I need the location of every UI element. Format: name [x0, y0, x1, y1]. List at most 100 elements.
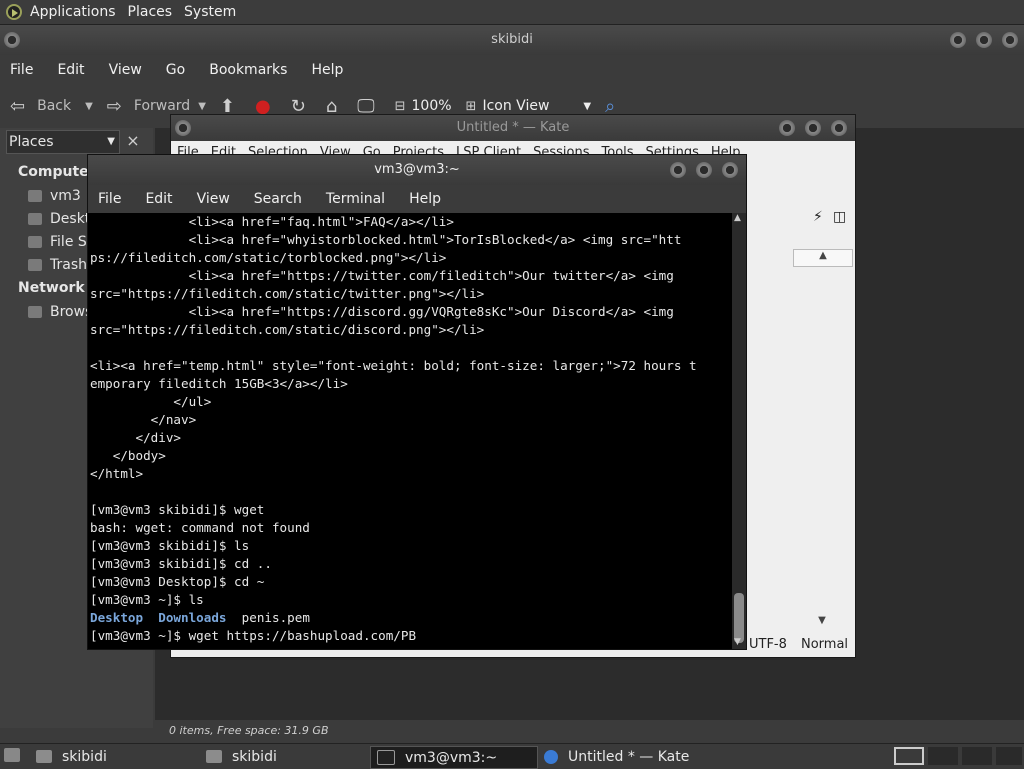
ls-dir-downloads: Downloads — [158, 610, 227, 625]
split-view-icon[interactable]: ◫ — [833, 209, 846, 225]
terminal-line: bash: wget: command not found — [90, 520, 310, 535]
term-menu-file[interactable]: File — [98, 191, 121, 207]
back-button[interactable]: ⇦ Back ▼ — [10, 96, 93, 117]
workspace-1-icon[interactable] — [894, 747, 924, 765]
file-manager-menubar: File Edit View Go Bookmarks Help — [0, 55, 1024, 85]
fm-menu-view[interactable]: View — [109, 62, 142, 78]
sidebar-selector[interactable]: Places ▼ — [6, 130, 120, 154]
forward-dropdown-icon[interactable]: ▼ — [198, 101, 206, 112]
terminal-menubar: File Edit View Search Terminal Help — [88, 185, 746, 213]
trash-icon — [28, 259, 42, 271]
terminal-output[interactable]: <li><a href="faq.html">FAQ</a></li> <li>… — [88, 213, 732, 649]
terminal-line: [vm3@vm3 skibidi]$ wget — [90, 502, 265, 517]
sidebar-item-filesystem[interactable]: File Sy — [28, 234, 95, 250]
minimize-icon[interactable] — [779, 120, 795, 136]
file-manager-titlebar[interactable]: skibidi — [0, 25, 1024, 55]
maximize-icon[interactable] — [976, 32, 992, 48]
top-panel: Applications Places System — [0, 0, 1024, 25]
task-kate[interactable]: Untitled * — Kate — [538, 746, 706, 767]
folder-icon — [206, 750, 222, 763]
show-desktop-icon[interactable] — [4, 748, 20, 762]
kate-icon — [544, 749, 558, 764]
terminal-line: <li><a href="https://twitter.com/filedit… — [90, 268, 674, 283]
terminal-prompt-line: [vm3@vm3 ~]$ wget https://bashupload.com… — [90, 628, 417, 643]
input-mode-selector[interactable]: Normal — [801, 637, 848, 652]
terminal-scrollbar[interactable]: ▲ ▼ — [732, 213, 746, 649]
close-icon[interactable] — [831, 120, 847, 136]
maximize-icon[interactable] — [696, 162, 712, 178]
term-menu-terminal[interactable]: Terminal — [326, 191, 385, 207]
terminal-line: </div> — [90, 430, 181, 445]
maximize-icon[interactable] — [805, 120, 821, 136]
terminal-line: src="https://fileditch.com/static/discor… — [90, 322, 485, 337]
home-folder-icon — [28, 190, 42, 202]
scrollbar-thumb[interactable] — [734, 593, 744, 643]
terminal-line: <li><a href="temp.html" style="font-weig… — [90, 358, 697, 373]
window-menu-icon[interactable] — [4, 32, 20, 48]
network-icon — [28, 306, 42, 318]
workspace-3-icon[interactable] — [962, 747, 992, 765]
minimize-icon[interactable] — [670, 162, 686, 178]
terminal-line: [vm3@vm3 skibidi]$ cd .. — [90, 556, 272, 571]
terminal-text: <li><a href="faq.html">FAQ</a></li> <li>… — [88, 213, 732, 645]
kate-titlebar[interactable]: Untitled * — Kate — [171, 115, 855, 141]
terminal-line: ps://fileditch.com/static/torblocked.png… — [90, 250, 447, 265]
view-mode-dropdown-icon[interactable]: ▼ — [583, 101, 591, 112]
zoom-in-button[interactable]: ⊞ Icon View ▼ — [466, 98, 592, 114]
term-menu-view[interactable]: View — [197, 191, 230, 207]
window-menu-icon[interactable] — [175, 120, 191, 136]
zoom-out-button[interactable]: ⊟ 100% — [395, 98, 452, 114]
workspace-4-icon[interactable] — [996, 747, 1022, 765]
distro-logo-icon[interactable] — [6, 4, 22, 20]
workspace-2-icon[interactable] — [928, 747, 958, 765]
menu-applications[interactable]: Applications — [30, 4, 116, 20]
encoding-selector[interactable]: UTF-8 — [749, 637, 787, 652]
kate-title: Untitled * — Kate — [456, 120, 570, 135]
sidebar-section-computer: Computer — [18, 164, 96, 180]
scroll-down-icon[interactable]: ▼ — [734, 637, 741, 647]
terminal-window: vm3@vm3:~ File Edit View Search Terminal… — [87, 154, 747, 650]
fm-menu-edit[interactable]: Edit — [57, 62, 84, 78]
fm-menu-file[interactable]: File — [10, 62, 33, 78]
terminal-line: </body> — [90, 448, 166, 463]
terminal-line: </nav> — [90, 412, 197, 427]
task-skibidi-2[interactable]: skibidi — [200, 746, 368, 767]
view-mode-select[interactable]: Icon View — [482, 98, 549, 114]
term-menu-edit[interactable]: Edit — [145, 191, 172, 207]
sidebar-item-browse-network[interactable]: Brows — [28, 304, 92, 320]
kate-tab-tools: ⚡ ◫ — [771, 207, 851, 231]
file-manager-title: skibidi — [491, 32, 533, 47]
desktop-folder-icon — [28, 213, 42, 225]
pin-icon[interactable]: ⚡ — [813, 209, 823, 225]
close-icon[interactable] — [722, 162, 738, 178]
menu-system[interactable]: System — [184, 4, 236, 20]
terminal-title: vm3@vm3:~ — [374, 162, 460, 177]
terminal-line: <li><a href="https://discord.gg/VQRgte8s… — [90, 304, 674, 319]
drive-icon — [28, 236, 42, 248]
close-icon[interactable] — [1002, 32, 1018, 48]
sidebar-close-button[interactable]: × — [122, 130, 144, 152]
back-dropdown-icon[interactable]: ▼ — [85, 101, 93, 112]
sidebar-item-trash[interactable]: Trash — [28, 257, 87, 273]
ls-dir-desktop: Desktop — [90, 610, 144, 625]
menu-places[interactable]: Places — [128, 4, 173, 20]
fm-menu-bookmarks[interactable]: Bookmarks — [209, 62, 287, 78]
scroll-up-icon[interactable]: ▲ — [734, 213, 741, 223]
back-arrow-icon: ⇦ — [10, 95, 26, 117]
term-menu-help[interactable]: Help — [409, 191, 441, 207]
scroll-up-icon[interactable]: ▲ — [793, 249, 853, 267]
sidebar-item-vm3[interactable]: vm3 — [28, 188, 81, 204]
terminal-titlebar[interactable]: vm3@vm3:~ — [88, 155, 746, 185]
terminal-line: emporary fileditch 15GB<3</a></li> — [90, 376, 348, 391]
zoom-level: 100% — [411, 98, 452, 114]
minimize-icon[interactable] — [950, 32, 966, 48]
term-menu-search[interactable]: Search — [254, 191, 302, 207]
fm-menu-help[interactable]: Help — [311, 62, 343, 78]
scroll-down-icon[interactable]: ▼ — [793, 615, 851, 631]
sidebar-item-desktop[interactable]: Deskt — [28, 211, 90, 227]
zoom-out-icon: ⊟ — [394, 98, 406, 114]
task-skibidi-1[interactable]: skibidi — [30, 746, 198, 767]
folder-icon — [36, 750, 52, 763]
task-terminal[interactable]: vm3@vm3:~ — [370, 746, 538, 769]
fm-menu-go[interactable]: Go — [166, 62, 185, 78]
